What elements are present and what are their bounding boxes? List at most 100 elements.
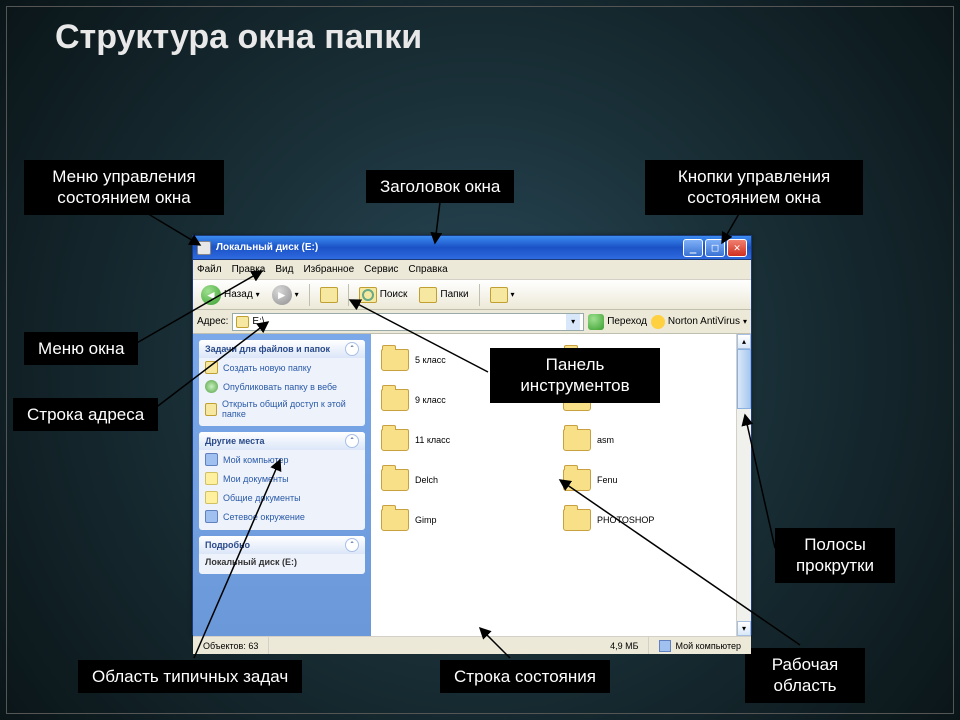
folder-label: 9 класс: [415, 395, 446, 405]
antivirus-button[interactable]: Norton AntiVirus ▾: [651, 315, 747, 329]
back-button[interactable]: ◄ Назад ▾: [197, 283, 264, 307]
label-toolbar: Панель инструментов: [490, 348, 660, 403]
folder-item[interactable]: Fenu: [563, 460, 745, 500]
scroll-down-button[interactable]: ▾: [737, 621, 751, 636]
folder-icon: [381, 349, 409, 371]
folder-label: 11 класс: [415, 435, 450, 445]
tasks-pane: Задачи для файлов и папок ˆ Создать нову…: [193, 334, 371, 636]
folder-icon: [381, 469, 409, 491]
menu-edit[interactable]: Правка: [232, 264, 266, 275]
chevron-down-icon: ▾: [511, 290, 515, 299]
search-button[interactable]: Поиск: [355, 285, 412, 305]
back-icon: ◄: [201, 285, 221, 305]
up-button[interactable]: [316, 285, 342, 305]
folder-icon: [381, 389, 409, 411]
menu-tools[interactable]: Сервис: [364, 264, 398, 275]
folder-item[interactable]: PHOTOSHOP: [563, 500, 745, 540]
documents-icon: [205, 472, 218, 485]
label-winbtns: Кнопки управления состоянием окна: [645, 160, 863, 215]
collapse-button[interactable]: ˆ: [345, 538, 359, 552]
address-bar: Адрес: E:\ ▾ Переход Norton AntiVirus ▾: [193, 310, 751, 334]
menu-file[interactable]: Файл: [197, 264, 222, 275]
details-panel: Подробно ˆ Локальный диск (E:): [199, 536, 365, 574]
details-line: Локальный диск (E:): [199, 554, 365, 570]
address-field[interactable]: E:\ ▾: [232, 313, 584, 331]
collapse-button[interactable]: ˆ: [345, 342, 359, 356]
drive-icon: [236, 316, 249, 328]
close-button[interactable]: ✕: [727, 239, 747, 257]
explorer-window: Локальный диск (E:) _ □ ✕ Файл Правка Ви…: [192, 235, 752, 635]
menu-view[interactable]: Вид: [275, 264, 293, 275]
folder-icon: [563, 509, 591, 531]
folders-icon: [419, 287, 437, 303]
task-item[interactable]: Открыть общий доступ к этой папке: [199, 396, 365, 422]
label-address: Строка адреса: [13, 398, 158, 431]
minimize-button[interactable]: _: [683, 239, 703, 257]
share-icon: [205, 403, 217, 416]
maximize-button[interactable]: □: [705, 239, 725, 257]
place-item[interactable]: Мой компьютер: [199, 450, 365, 469]
task-item[interactable]: Создать новую папку: [199, 358, 365, 377]
views-icon: [490, 287, 508, 303]
label-workarea: Рабочая область: [745, 648, 865, 703]
label-scroll: Полосы прокрутки: [775, 528, 895, 583]
panel-title: Задачи для файлов и папок: [205, 344, 330, 354]
menu-fav[interactable]: Избранное: [303, 264, 354, 275]
vertical-scrollbar[interactable]: ▴ ▾: [736, 334, 751, 636]
window-title: Локальный диск (E:): [216, 242, 318, 253]
menu-bar: Файл Правка Вид Избранное Сервис Справка: [193, 260, 751, 280]
status-size: 4,9 МБ: [600, 637, 649, 654]
search-icon: [359, 287, 377, 303]
folder-item[interactable]: 11 класс: [381, 420, 563, 460]
up-icon: [320, 287, 338, 303]
folder-label: Delch: [415, 475, 438, 485]
task-item[interactable]: Опубликовать папку в вебе: [199, 377, 365, 396]
shared-docs-icon: [205, 491, 218, 504]
scroll-up-button[interactable]: ▴: [737, 334, 751, 349]
label-menu: Меню окна: [24, 332, 138, 365]
collapse-button[interactable]: ˆ: [345, 434, 359, 448]
status-location: Мой компьютер: [649, 637, 751, 654]
folders-button[interactable]: Папки: [415, 285, 472, 305]
folder-item[interactable]: asm: [563, 420, 745, 460]
slide-title: Структура окна папки: [55, 18, 422, 57]
chevron-down-icon: ▾: [295, 290, 299, 299]
folder-icon: [381, 509, 409, 531]
folder-label: Fenu: [597, 475, 618, 485]
toolbar: ◄ Назад ▾ ► ▾ Поиск Папки ▾: [193, 280, 751, 310]
views-button[interactable]: ▾: [486, 285, 519, 305]
place-item[interactable]: Сетевое окружение: [199, 507, 365, 526]
label-tasks: Область типичных задач: [78, 660, 302, 693]
folder-label: asm: [597, 435, 614, 445]
forward-button[interactable]: ► ▾: [268, 283, 303, 307]
address-dropdown[interactable]: ▾: [566, 314, 580, 330]
forward-icon: ►: [272, 285, 292, 305]
other-places-panel: Другие места ˆ Мой компьютер Мои докумен…: [199, 432, 365, 530]
chevron-down-icon: ▾: [256, 290, 260, 299]
place-item[interactable]: Общие документы: [199, 488, 365, 507]
address-value: E:\: [252, 316, 264, 327]
window-titlebar[interactable]: Локальный диск (E:) _ □ ✕: [193, 236, 751, 260]
folder-label: PHOTOSHOP: [597, 515, 654, 525]
status-objects: Объектов: 63: [193, 637, 269, 654]
folder-item[interactable]: Delch: [381, 460, 563, 500]
drive-icon: [197, 241, 211, 255]
computer-icon: [659, 640, 671, 652]
panel-title: Подробно: [205, 540, 250, 550]
place-item[interactable]: Мои документы: [199, 469, 365, 488]
folder-icon: [563, 469, 591, 491]
folder-icon: [205, 361, 218, 374]
folder-item[interactable]: Gimp: [381, 500, 563, 540]
panel-title: Другие места: [205, 436, 265, 446]
scroll-thumb[interactable]: [737, 349, 751, 409]
file-tasks-panel: Задачи для файлов и папок ˆ Создать нову…: [199, 340, 365, 426]
chevron-down-icon: ▾: [743, 317, 747, 326]
go-button[interactable]: Переход: [588, 314, 647, 330]
folder-label: 5 класс: [415, 355, 446, 365]
label-status: Строка состояния: [440, 660, 610, 693]
network-icon: [205, 510, 218, 523]
address-label: Адрес:: [197, 316, 228, 327]
globe-icon: [205, 380, 218, 393]
menu-help[interactable]: Справка: [408, 264, 447, 275]
computer-icon: [205, 453, 218, 466]
